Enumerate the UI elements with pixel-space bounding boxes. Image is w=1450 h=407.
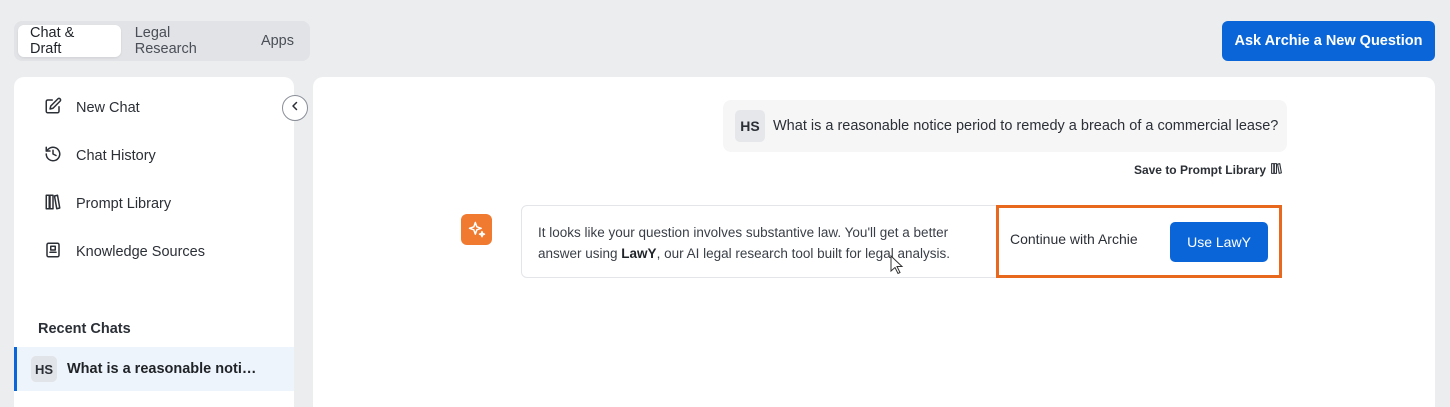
- book-icon: [44, 241, 62, 263]
- assistant-sparkle-icon: [461, 214, 492, 245]
- recent-chats-heading: Recent Chats: [38, 321, 131, 337]
- user-message-text: What is a reasonable notice period to re…: [773, 118, 1279, 134]
- library-icon: [1270, 162, 1283, 178]
- mouse-cursor-icon: [890, 254, 904, 275]
- history-icon: [44, 145, 62, 167]
- edit-icon: [44, 97, 62, 119]
- tab-apps[interactable]: Apps: [249, 25, 306, 57]
- tab-chat-draft[interactable]: Chat & Draft: [18, 25, 121, 57]
- tab-legal-research[interactable]: Legal Research: [123, 25, 247, 57]
- ask-new-question-button[interactable]: Ask Archie a New Question: [1222, 21, 1435, 61]
- sidebar-item-label: Knowledge Sources: [76, 244, 205, 260]
- sidebar-item-label: Prompt Library: [76, 196, 172, 212]
- sidebar-item-knowledge-sources[interactable]: Knowledge Sources: [44, 241, 205, 263]
- recent-chat-item[interactable]: HS What is a reasonable notic...: [14, 347, 294, 391]
- lawy-emphasis: LawY: [621, 246, 657, 261]
- chevron-left-icon: [289, 99, 301, 117]
- sidebar-item-chat-history[interactable]: Chat History: [44, 145, 156, 167]
- save-prompt-label: Save to Prompt Library: [1133, 163, 1266, 177]
- sidebar: New Chat Chat History Prompt Library Kno…: [14, 77, 294, 407]
- sidebar-item-label: New Chat: [76, 100, 140, 116]
- sidebar-item-prompt-library[interactable]: Prompt Library: [44, 193, 171, 215]
- use-lawy-button[interactable]: Use LawY: [1170, 222, 1268, 262]
- user-message: HS What is a reasonable notice period to…: [723, 100, 1287, 152]
- chat-panel: HS What is a reasonable notice period to…: [313, 77, 1435, 407]
- sidebar-item-label: Chat History: [76, 148, 156, 164]
- sidebar-item-new-chat[interactable]: New Chat: [44, 97, 140, 119]
- collapse-sidebar-button[interactable]: [282, 95, 308, 121]
- library-icon: [44, 193, 62, 215]
- save-to-prompt-library-button[interactable]: Save to Prompt Library: [1134, 162, 1283, 178]
- avatar: HS: [735, 110, 765, 142]
- top-tab-bar: Chat & Draft Legal Research Apps: [14, 21, 310, 61]
- avatar: HS: [31, 356, 57, 382]
- continue-with-archie-button[interactable]: Continue with Archie: [1010, 231, 1138, 247]
- recent-chat-title: What is a reasonable notic...: [67, 361, 257, 377]
- assistant-message-text: It looks like your question involves sub…: [538, 225, 950, 261]
